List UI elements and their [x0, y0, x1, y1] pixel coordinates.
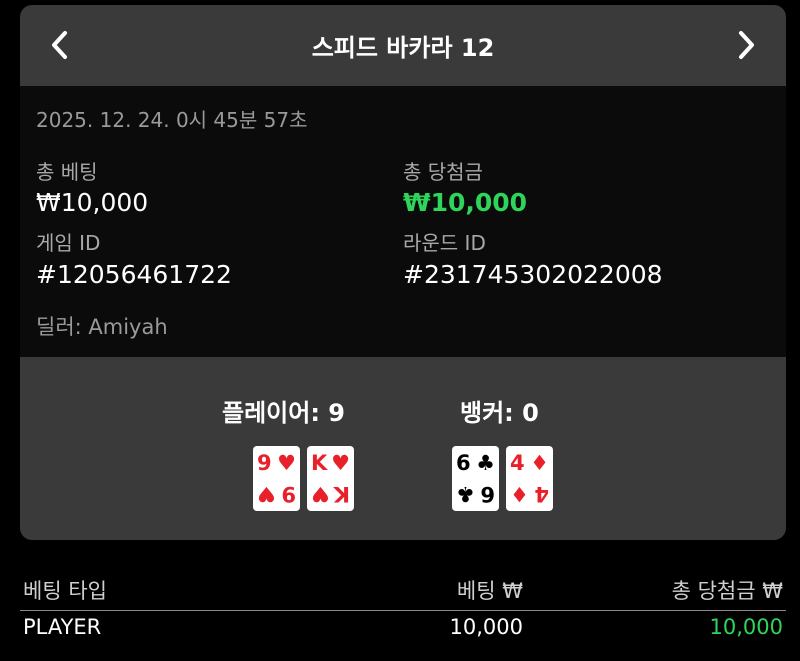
total-win-value: ₩10,000 — [403, 188, 528, 217]
card-rank: 9 — [257, 450, 272, 475]
banker-hand-label: 뱅커: 0 — [460, 399, 539, 427]
header: 스피드 바카라 12 — [20, 5, 786, 86]
bet-type-cell: PLAYER — [23, 615, 102, 639]
total-win-cell: 10,000 — [709, 615, 783, 639]
round-info: 2025. 12. 24. 0시 45분 57초 총 베팅 ₩10,000 총 … — [20, 86, 786, 357]
page-title: 스피드 바카라 12 — [311, 34, 495, 62]
card-suit-icon: ♥ — [311, 482, 330, 507]
column-total-win: 총 당첨금 ₩ — [671, 579, 783, 603]
column-bet-type: 베팅 타입 — [23, 579, 107, 603]
round-detail-panel: 스피드 바카라 12 2025. 12. 24. 0시 45분 57초 총 베팅… — [20, 5, 786, 540]
round-id-value: #231745302022008 — [403, 260, 663, 289]
dealer-name: 딜러: Amiyah — [36, 315, 168, 339]
player-card-1: 9 ♥ 9 ♥ — [253, 446, 300, 511]
bets-table-header: 베팅 타입 베팅 ₩ 총 당첨금 ₩ — [20, 572, 786, 611]
bet-amount-cell: 10,000 — [449, 615, 523, 639]
card-suit-icon: ♣ — [456, 482, 475, 507]
card-suit-icon: ♥ — [331, 450, 350, 475]
card-suit-icon: ♥ — [257, 482, 276, 507]
round-id-label: 라운드 ID — [403, 231, 486, 255]
card-suit-icon: ♦ — [530, 450, 549, 475]
total-bet-label: 총 베팅 — [36, 160, 98, 184]
card-rank: 6 — [456, 450, 471, 475]
chevron-right-icon — [739, 31, 754, 59]
card-rank: 4 — [534, 482, 549, 507]
column-bet-amount: 베팅 ₩ — [456, 579, 523, 603]
prev-round-button[interactable] — [40, 25, 80, 65]
card-rank: K — [333, 482, 350, 507]
card-rank: 4 — [510, 450, 525, 475]
player-hand-label: 플레이어: 9 — [222, 399, 345, 427]
player-card-2: K ♥ K ♥ — [307, 446, 354, 511]
banker-card-2: 4 ♦ 4 ♦ — [506, 446, 553, 511]
card-rank: K — [311, 450, 328, 475]
total-bet-value: ₩10,000 — [36, 188, 149, 217]
game-id-value: #12056461722 — [36, 260, 232, 289]
total-win-label: 총 당첨금 — [403, 160, 483, 184]
banker-card-1: 6 ♣ 6 ♣ — [452, 446, 499, 511]
card-suit-icon: ♣ — [476, 450, 495, 475]
chevron-left-icon — [52, 31, 67, 59]
next-round-button[interactable] — [726, 25, 766, 65]
round-timestamp: 2025. 12. 24. 0시 45분 57초 — [36, 108, 308, 132]
card-suit-icon: ♦ — [510, 482, 529, 507]
card-rank: 9 — [281, 482, 296, 507]
card-rank: 6 — [480, 482, 495, 507]
card-suit-icon: ♥ — [277, 450, 296, 475]
game-id-label: 게임 ID — [36, 231, 101, 255]
table-row: PLAYER 10,000 10,000 — [20, 612, 786, 648]
